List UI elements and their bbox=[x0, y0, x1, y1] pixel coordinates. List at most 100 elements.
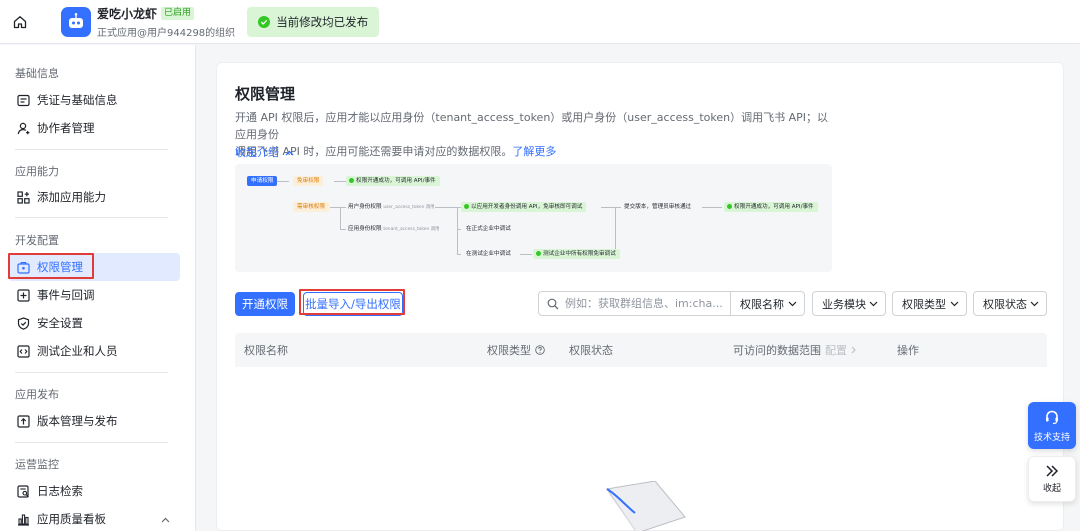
flow-connector bbox=[702, 207, 722, 208]
sidebar-item-collaborators[interactable]: 协作者管理 bbox=[8, 114, 180, 142]
flow-connector bbox=[330, 207, 346, 208]
filter-name-select[interactable]: 权限名称 bbox=[731, 291, 805, 316]
learn-more-link[interactable]: 了解更多 bbox=[512, 145, 556, 158]
sidebar-item-versions[interactable]: 版本管理与发布 bbox=[8, 407, 180, 435]
page-title: 权限管理 bbox=[235, 85, 296, 103]
chevron-down-icon bbox=[869, 301, 878, 306]
empty-state-illustration bbox=[606, 481, 686, 531]
sidebar-divider bbox=[15, 372, 168, 373]
config-link[interactable]: 配置 bbox=[825, 342, 856, 358]
flow-node-no-review: 免审权限 bbox=[293, 176, 324, 186]
sidebar-item-add-capability[interactable]: 添加应用能力 bbox=[8, 183, 180, 211]
filter-module-select[interactable]: 业务模块 bbox=[812, 291, 886, 316]
sidebar-item-label: 协作者管理 bbox=[37, 121, 95, 135]
flow-node-open-success-2-text: 权限开通成功，可调用 API/事件 bbox=[734, 204, 814, 210]
flow-connector bbox=[340, 229, 346, 230]
flow-node-tenant-token-text: tenant_access_token 调用 bbox=[383, 227, 440, 232]
sidebar-divider bbox=[15, 149, 168, 150]
permission-search[interactable] bbox=[538, 291, 731, 316]
headset-icon bbox=[1046, 410, 1058, 424]
tech-support-label: 技术支持 bbox=[1033, 432, 1070, 443]
app-org-label: 正式应用@用户944298的组织 bbox=[97, 27, 236, 39]
app-avatar bbox=[61, 6, 91, 37]
app-name: 爱吃小龙虾 bbox=[97, 6, 158, 21]
flow-node-user-perm-text: 用户身份权限 bbox=[348, 204, 382, 210]
search-input[interactable] bbox=[565, 297, 725, 310]
filter-type-label: 权限类型 bbox=[902, 297, 946, 311]
flow-node-as-developer: 以应用开发者身份调用 API，免审核即可调试 bbox=[461, 202, 587, 212]
flow-connector bbox=[615, 229, 616, 230]
permission-icon bbox=[17, 261, 30, 274]
flow-node-app-perm: 应用身份权限 tenant_access_token 调用 bbox=[348, 224, 439, 235]
collapse-intro-label: 收起介绍 bbox=[235, 146, 279, 159]
flow-connector bbox=[601, 207, 621, 208]
sidebar-section-release: 应用发布 bbox=[15, 388, 59, 401]
flow-connector bbox=[276, 181, 289, 182]
sidebar-item-test-org[interactable]: 测试企业和人员 bbox=[8, 337, 180, 365]
flow-connector bbox=[457, 229, 461, 230]
flow-connector bbox=[615, 207, 616, 255]
flow-connector bbox=[520, 254, 532, 255]
intro-line-2: 调用飞书 API 时，应用可能还需要申请对应的数据权限。了解更多 bbox=[235, 143, 835, 160]
publish-status-text: 当前修改均已发布 bbox=[276, 14, 369, 29]
col-permission-name: 权限名称 bbox=[244, 344, 288, 357]
sidebar-section-basic: 基础信息 bbox=[15, 67, 59, 80]
permission-table-header: 权限名称 权限类型 权限状态 可访问的数据范围 配置 操作 bbox=[235, 333, 1047, 367]
app-info: 爱吃小龙虾 已启用 正式应用@用户944298的组织 bbox=[97, 5, 235, 39]
sidebar-item-events[interactable]: 事件与回调 bbox=[8, 281, 180, 309]
chevron-down-icon bbox=[950, 301, 959, 306]
collapse-float-button[interactable]: 收起 bbox=[1028, 456, 1076, 502]
sidebar-section-dev: 开发配置 bbox=[15, 234, 59, 247]
double-chevron-right-icon bbox=[1046, 464, 1059, 477]
home-icon[interactable] bbox=[0, 0, 40, 44]
event-icon bbox=[17, 288, 30, 302]
flow-node-test-all: 测试企业中所有权限免审调试 bbox=[533, 249, 620, 259]
col-data-scope-label: 可访问的数据范围 bbox=[733, 344, 821, 357]
config-link-label: 配置 bbox=[825, 344, 847, 357]
upload-icon bbox=[17, 414, 30, 428]
open-permission-button[interactable]: 开通权限 bbox=[235, 292, 295, 316]
flow-node-in-test: 在测试企业中调试 bbox=[466, 251, 511, 257]
check-circle-icon bbox=[258, 15, 271, 28]
filter-type-select[interactable]: 权限类型 bbox=[892, 291, 967, 316]
intro-line-1: 开通 API 权限后，应用才能以应用身份（tenant_access_token… bbox=[235, 111, 829, 141]
batch-import-export-button[interactable]: 批量导入/导出权限 bbox=[303, 292, 403, 316]
help-icon[interactable] bbox=[535, 345, 545, 355]
flow-node-open-success-text: 权限开通成功，可调用 API/事件 bbox=[356, 178, 436, 184]
chevron-right-icon bbox=[851, 346, 856, 354]
top-bar: 爱吃小龙虾 已启用 正式应用@用户944298的组织 当前修改均已发布 bbox=[0, 0, 1080, 44]
flow-node-open-success-2: 权限开通成功，可调用 API/事件 bbox=[724, 202, 818, 212]
collapse-intro-link[interactable]: 收起介绍 bbox=[235, 144, 294, 160]
sidebar-item-credentials[interactable]: 凭证与基础信息 bbox=[8, 86, 180, 114]
col-data-scope: 可访问的数据范围 配置 bbox=[733, 333, 856, 367]
search-icon bbox=[547, 298, 559, 309]
sidebar-item-label: 权限管理 bbox=[37, 260, 83, 274]
flow-node-user-token-text: user_access_token 调用 bbox=[383, 205, 435, 210]
sidebar-item-label: 凭证与基础信息 bbox=[37, 93, 118, 107]
sidebar-item-logs[interactable]: 日志检索 bbox=[8, 477, 180, 505]
sidebar-divider bbox=[15, 217, 168, 218]
sidebar-item-security[interactable]: 安全设置 bbox=[8, 309, 180, 337]
sidebar-item-permissions[interactable]: 权限管理 bbox=[8, 253, 180, 281]
sidebar-item-label: 安全设置 bbox=[37, 316, 83, 330]
grid-add-icon bbox=[17, 190, 30, 204]
chevron-up-icon bbox=[285, 150, 293, 156]
tech-support-button[interactable]: 技术支持 bbox=[1028, 402, 1076, 449]
sidebar-section-capability: 应用能力 bbox=[15, 165, 59, 178]
credential-icon bbox=[17, 94, 30, 107]
filter-status-select[interactable]: 权限状态 bbox=[973, 291, 1047, 316]
filter-name-label: 权限名称 bbox=[740, 297, 784, 311]
code-icon bbox=[17, 344, 30, 358]
flow-node-in-prod: 在正式企业中调试 bbox=[466, 226, 511, 232]
sidebar-item-label: 测试企业和人员 bbox=[37, 344, 118, 358]
sidebar-item-label: 应用质量看板 bbox=[37, 512, 106, 526]
sidebar-item-quality-board[interactable]: 应用质量看板 bbox=[8, 505, 180, 531]
flow-node-open-success: 权限开通成功，可调用 API/事件 bbox=[346, 176, 440, 186]
flow-node-need-review: 需审核权限 bbox=[293, 202, 329, 212]
flow-node-as-developer-text: 以应用开发者身份调用 API，免审核即可调试 bbox=[471, 204, 583, 210]
col-actions: 操作 bbox=[897, 344, 919, 357]
flow-node-test-all-text: 测试企业中所有权限免审调试 bbox=[543, 251, 616, 257]
chevron-up-icon[interactable] bbox=[161, 512, 170, 526]
sidebar-item-label: 日志检索 bbox=[37, 484, 83, 498]
chevron-down-icon bbox=[1030, 301, 1039, 306]
